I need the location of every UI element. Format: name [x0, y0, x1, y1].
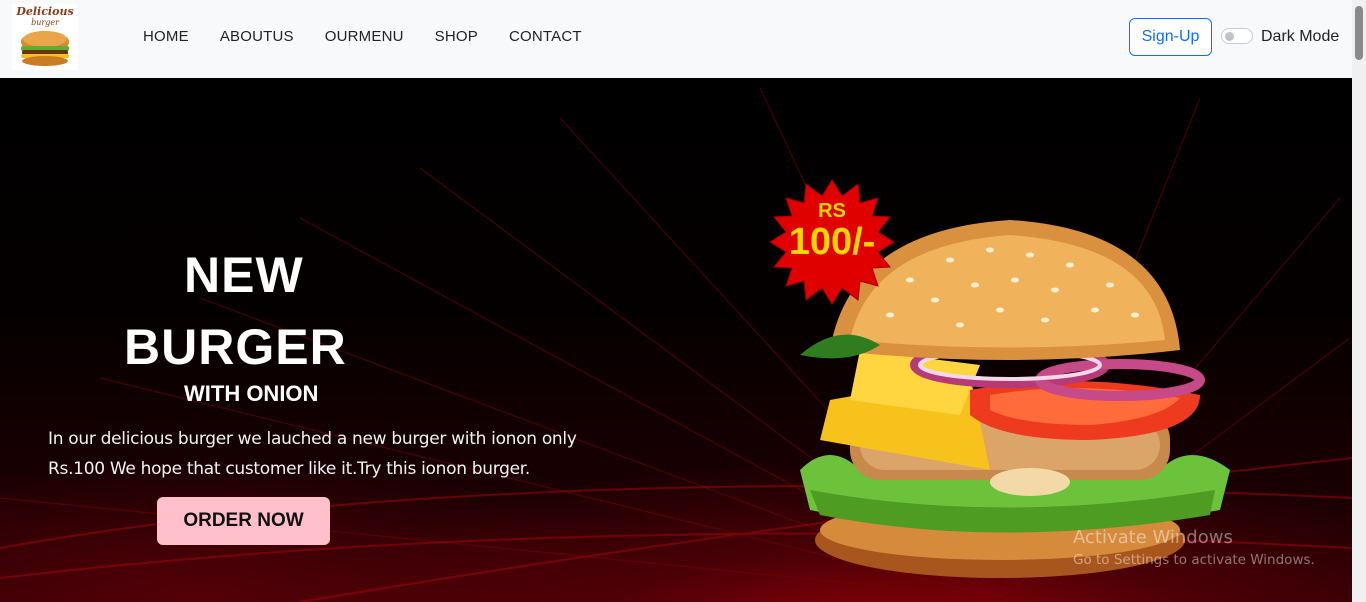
logo-text-line2: burger: [31, 18, 59, 27]
logo-text-line1: Delicious: [16, 5, 74, 18]
hero-title-line2: BURGER: [124, 319, 347, 375]
nav-link-ourmenu[interactable]: OURMENU: [325, 28, 404, 45]
price-badge: RS 100/-: [760, 180, 904, 324]
site-logo[interactable]: Delicious burger: [12, 4, 78, 70]
dark-mode-label: Dark Mode: [1261, 28, 1340, 45]
scrollbar-thumb[interactable]: [1355, 6, 1363, 60]
nav-link-shop[interactable]: SHOP: [435, 28, 478, 45]
activate-subtitle: Go to Settings to activate Windows.: [1073, 552, 1315, 568]
nav-link-home[interactable]: HOME: [143, 28, 189, 45]
toggle-knob: [1225, 32, 1234, 41]
nav-link-contact[interactable]: CONTACT: [509, 28, 582, 45]
nav-links: HOME ABOUTUS OURMENU SHOP CONTACT: [143, 28, 613, 45]
activate-title: Activate Windows: [1073, 527, 1233, 548]
hero-section: NEW BURGER WITH ONION In our delicious b…: [0, 78, 1352, 602]
navbar: Delicious burger HOME ABOUTUS OURMENU SH…: [0, 0, 1352, 78]
price-amount: 100/-: [788, 221, 876, 263]
hero-description: In our delicious burger we lauched a new…: [48, 429, 577, 479]
dark-mode-toggle[interactable]: [1221, 28, 1253, 44]
order-now-button[interactable]: ORDER NOW: [157, 497, 330, 545]
hero-subtitle: WITH ONION: [184, 381, 319, 406]
hero-title-line1: NEW: [184, 247, 304, 303]
price-currency: RS: [818, 200, 846, 222]
burger-logo-icon: [21, 31, 69, 66]
nav-link-aboutus[interactable]: ABOUTUS: [220, 28, 294, 45]
signup-button[interactable]: Sign-Up: [1129, 18, 1212, 56]
windows-activation-watermark: Activate Windows Go to Settings to activ…: [1073, 527, 1315, 568]
page-scrollbar[interactable]: [1352, 0, 1366, 602]
